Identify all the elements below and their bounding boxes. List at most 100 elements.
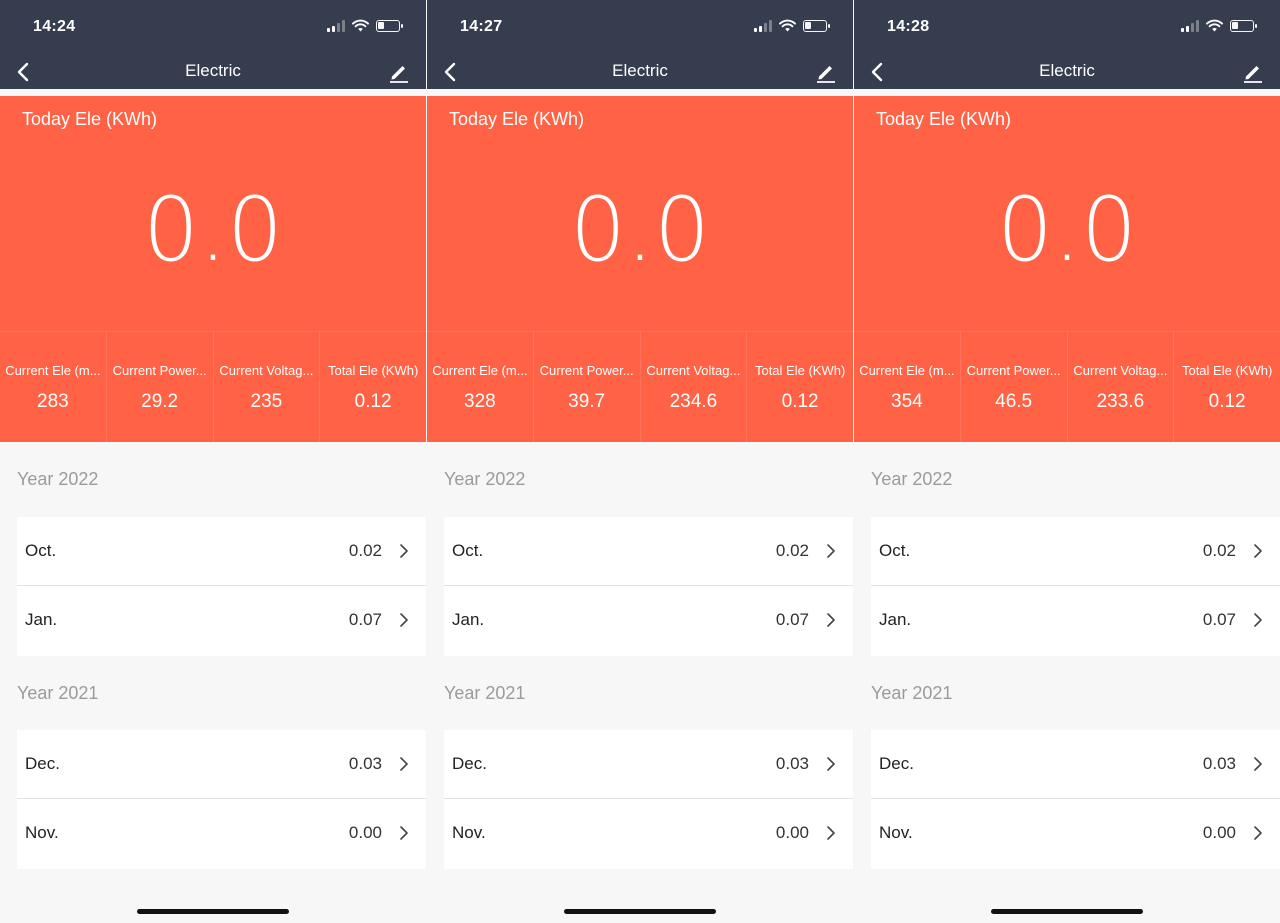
year-label: Year 2021 [17, 683, 99, 703]
month-row[interactable]: Nov. 0.00 [17, 799, 426, 869]
month-name: Dec. [25, 754, 60, 773]
month-name: Jan. [879, 610, 912, 629]
stat-value: 46.5 [995, 391, 1033, 412]
month-row[interactable]: Jan. 0.07 [17, 586, 426, 656]
month-row[interactable]: Dec. 0.03 [444, 730, 853, 799]
stat-current-voltage: Current Voltag... 234.6 [639, 332, 747, 442]
chevron-right-icon [827, 757, 835, 771]
battery-icon [1230, 19, 1257, 32]
month-name: Nov. [879, 823, 913, 842]
year-label: Year 2021 [444, 683, 526, 703]
stat-label: Current Power... [539, 363, 634, 378]
stat-current-ele: Current Ele (m... 354 [854, 332, 960, 442]
cellular-signal-icon [327, 19, 345, 32]
month-row[interactable]: Oct. 0.02 [444, 517, 853, 586]
history-list: Year 2022 Oct. 0.02 Jan. 0.07 Year 2021 … [427, 442, 853, 869]
month-value: 0.07 [1202, 610, 1236, 629]
battery-icon [803, 19, 830, 32]
today-title: Today Ele (KWh) [449, 109, 585, 129]
edit-pencil-icon[interactable] [815, 61, 837, 83]
battery-level [378, 21, 384, 29]
month-value: 0.07 [775, 610, 809, 629]
month-value: 0.03 [775, 754, 809, 773]
top-bar: 14:28 Electric [854, 0, 1280, 89]
chevron-right-icon [827, 613, 835, 627]
today-value: 0.0 [997, 178, 1137, 281]
month-row[interactable]: Dec. 0.03 [17, 730, 426, 799]
year-header: Year 2021 [0, 656, 426, 730]
month-name: Dec. [452, 754, 487, 773]
month-row[interactable]: Oct. 0.02 [17, 517, 426, 586]
phone-screen: 14:27 Electric Today Ele (KWh) 0.0 Curre… [427, 0, 853, 923]
stat-value: 233.6 [1096, 391, 1145, 412]
month-row[interactable]: Dec. 0.03 [871, 730, 1280, 799]
month-value: 0.02 [348, 541, 382, 560]
month-value: 0.03 [1202, 754, 1236, 773]
year-header: Year 2021 [854, 656, 1280, 730]
history-list: Year 2022 Oct. 0.02 Jan. 0.07 Year 2021 … [854, 442, 1280, 869]
phone-screen: 14:28 Electric Today Ele (KWh) 0.0 Curre… [854, 0, 1280, 923]
cellular-signal-icon [754, 19, 772, 32]
top-bar: 14:27 Electric [427, 0, 853, 89]
phone-screen: 14:24 Electric Today Ele (KWh) 0.0 Curre… [0, 0, 426, 923]
edit-pencil-icon[interactable] [388, 61, 410, 83]
chevron-right-icon [400, 544, 408, 558]
today-energy-panel: Today Ele (KWh) 0.0 Current Ele (m... 28… [0, 96, 426, 442]
chevron-right-icon [1254, 757, 1262, 771]
nav-title: Electric [612, 61, 668, 80]
month-name: Nov. [25, 823, 59, 842]
month-value: 0.00 [1202, 823, 1236, 842]
stat-value: 234.6 [669, 391, 718, 412]
stats-row: Current Ele (m... 283 Current Power... 2… [0, 331, 426, 442]
stat-value: 0.12 [354, 391, 392, 412]
year-label: Year 2022 [17, 469, 99, 489]
home-indicator[interactable] [991, 909, 1143, 914]
month-value: 0.00 [775, 823, 809, 842]
wifi-icon [1206, 19, 1223, 32]
stat-value: 0.12 [781, 391, 819, 412]
nav-title: Electric [185, 61, 241, 80]
wifi-icon [352, 19, 369, 32]
stat-label: Current Voltag... [219, 363, 314, 378]
stat-current-voltage: Current Voltag... 235 [212, 332, 320, 442]
nav-title: Electric [1039, 61, 1095, 80]
year-header: Year 2021 [427, 656, 853, 730]
month-name: Nov. [452, 823, 486, 842]
stat-label: Total Ele (KWh) [327, 363, 419, 378]
month-row[interactable]: Nov. 0.00 [444, 799, 853, 869]
battery-level [805, 21, 811, 29]
stats-row: Current Ele (m... 354 Current Power... 4… [854, 331, 1280, 442]
wifi-icon [779, 19, 796, 32]
stat-value: 328 [464, 391, 496, 412]
month-row[interactable]: Nov. 0.00 [871, 799, 1280, 869]
status-icons [754, 19, 830, 32]
stat-value: 235 [250, 391, 283, 412]
month-value: 0.02 [775, 541, 809, 560]
stat-label: Total Ele (KWh) [754, 363, 846, 378]
stat-current-voltage: Current Voltag... 233.6 [1066, 332, 1174, 442]
top-bar: 14:24 Electric [0, 0, 426, 89]
stat-value: 29.2 [141, 391, 179, 412]
month-name: Jan. [25, 610, 58, 629]
status-icons [1181, 19, 1257, 32]
stat-label: Current Voltag... [646, 363, 741, 378]
home-indicator[interactable] [564, 909, 716, 914]
stat-label: Current Voltag... [1073, 363, 1168, 378]
chevron-right-icon [400, 613, 408, 627]
battery-icon [376, 19, 403, 32]
stat-label: Total Ele (KWh) [1181, 363, 1273, 378]
home-indicator[interactable] [137, 909, 289, 914]
month-row[interactable]: Jan. 0.07 [444, 586, 853, 656]
month-value: 0.00 [348, 823, 382, 842]
month-row[interactable]: Jan. 0.07 [871, 586, 1280, 656]
chevron-right-icon [400, 826, 408, 840]
stat-label: Current Power... [112, 363, 207, 378]
year-label: Year 2021 [871, 683, 953, 703]
stat-label: Current Ele (m... [432, 363, 528, 378]
month-name: Oct. [452, 541, 484, 560]
stat-current-ele: Current Ele (m... 283 [0, 332, 106, 442]
chevron-right-icon [1254, 613, 1262, 627]
month-row[interactable]: Oct. 0.02 [871, 517, 1280, 586]
edit-pencil-icon[interactable] [1242, 61, 1264, 83]
stat-label: Current Power... [966, 363, 1061, 378]
